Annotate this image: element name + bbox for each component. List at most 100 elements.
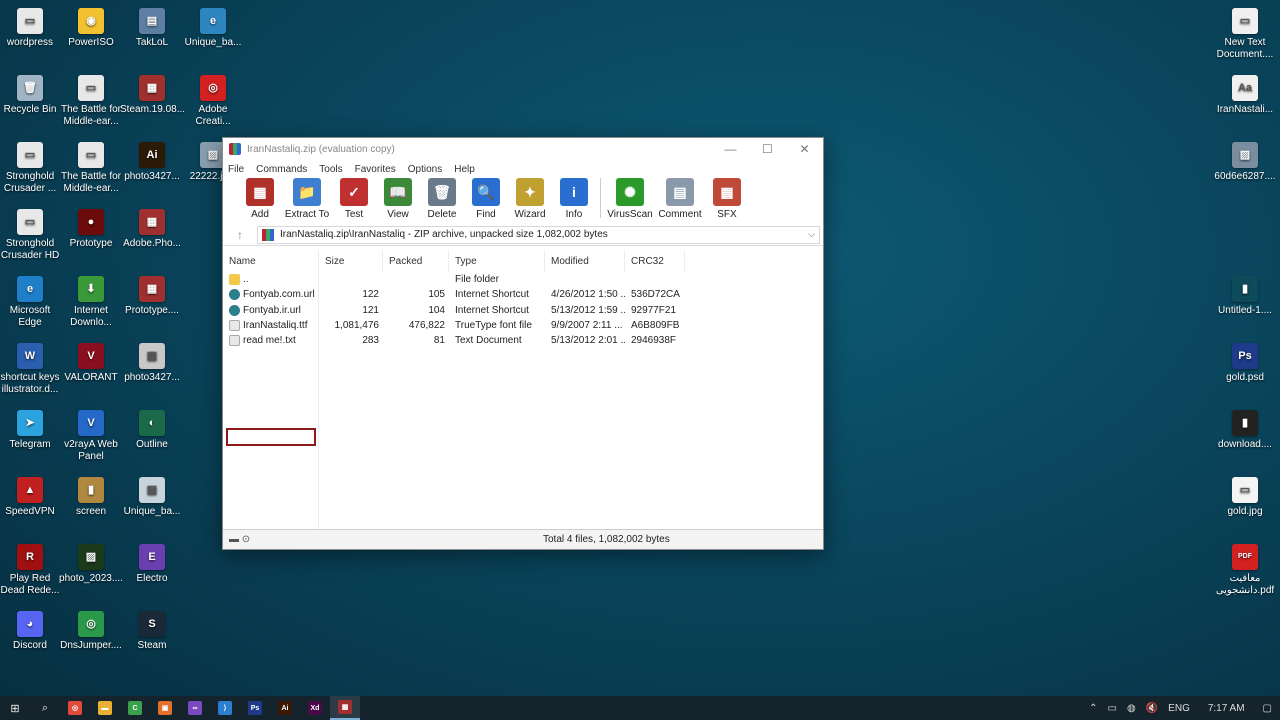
table-row[interactable]: IranNastaliq.ttf 1,081,476 476,822 TrueType…: [223, 318, 823, 333]
minimize-button[interactable]: —: [712, 138, 749, 160]
cell-name: IranNastaliq.ttf: [223, 320, 319, 332]
taskbar-camtasia[interactable]: C: [120, 696, 150, 720]
toolbar-delete-button[interactable]: 🗑 Delete: [420, 178, 464, 220]
search-icon[interactable]: ⌕: [30, 696, 60, 720]
col-modified[interactable]: Modified: [545, 250, 625, 272]
desktop-icon-telegram[interactable]: ➤ Telegram: [0, 410, 62, 451]
toolbar-sfx-button[interactable]: ▦ SFX: [705, 178, 749, 220]
taskbar-visual-studio[interactable]: ∞: [180, 696, 210, 720]
toolbar-info-button[interactable]: i Info: [552, 178, 596, 220]
table-row[interactable]: Fontyab.com.url 122 105 Internet Shortcut 4/…: [223, 287, 823, 302]
desktop-icon-steam-19-08[interactable]: ▦ Steam.19.08....: [120, 75, 184, 116]
desktop-icon-irannastali[interactable]: Aa IranNastali...: [1213, 75, 1277, 116]
desktop-icon-shortcut-keys-illustrator-d[interactable]: Wshortcut keys illustrator.d...: [0, 343, 62, 396]
desktop-icon-adobe-creati[interactable]: ◎ Adobe Creati...: [181, 75, 245, 128]
chevron-up-icon[interactable]: ⌃: [1089, 703, 1097, 714]
toolbar-extract-to-button[interactable]: 📁 Extract To: [282, 178, 332, 220]
desktop-icon-speedvpn[interactable]: ▲ SpeedVPN: [0, 477, 62, 518]
desktop-icon-valorant[interactable]: V VALORANT: [59, 343, 123, 384]
desktop-icon-label: Microsoft Edge: [9, 305, 51, 328]
desktop-icon-60d6e6287[interactable]: ▨ 60d6e6287....: [1213, 142, 1277, 183]
desktop-icon-discord[interactable]: ◕ Discord: [0, 611, 62, 652]
maximize-button[interactable]: ☐: [749, 138, 786, 160]
network-icon[interactable]: ◍: [1127, 703, 1136, 714]
desktop-icon-untitled-1[interactable]: ▮ Untitled-1....: [1213, 276, 1277, 317]
desktop-icon-photo3427[interactable]: ▨ photo3427...: [120, 343, 184, 384]
col-name[interactable]: Name: [223, 250, 319, 272]
desktop-icon-outline[interactable]: ◐ Outline: [120, 410, 184, 451]
toolbar-add-button[interactable]: ▦ Add: [238, 178, 282, 220]
menu-file[interactable]: File: [228, 164, 244, 175]
taskbar-vscode[interactable]: ⟩: [210, 696, 240, 720]
taskbar-chrome[interactable]: ◎: [60, 696, 90, 720]
desktop-icon-taklol[interactable]: ▤ TakLoL: [120, 8, 184, 49]
chevron-down-icon[interactable]: ⌵: [808, 229, 815, 240]
desktop-icon-label: Internet Downlo...: [70, 305, 112, 328]
meet-now-icon[interactable]: ▭: [1108, 703, 1117, 714]
desktop-icon-stronghold-crusader[interactable]: ▭ Stronghold Crusader ...: [0, 142, 62, 195]
desktop-icon-photo3427[interactable]: Ai photo3427...: [120, 142, 184, 183]
menu-favorites[interactable]: Favorites: [355, 164, 396, 175]
desktop-icon-microsoft-edge[interactable]: e Microsoft Edge: [0, 276, 62, 329]
desktop-icon-play-red-dead-rede[interactable]: R Play Red Dead Rede...: [0, 544, 62, 597]
desktop-icon-recycle-bin[interactable]: 🗑 Recycle Bin: [0, 75, 62, 116]
menu-commands[interactable]: Commands: [256, 164, 307, 175]
address-field[interactable]: IranNastaliq.zip\IranNastaliq - ZIP arch…: [257, 225, 820, 244]
taskbar-file-explorer[interactable]: ▬: [90, 696, 120, 720]
desktop-icon-adobe-pho[interactable]: ▦ Adobe.Pho...: [120, 209, 184, 250]
table-row[interactable]: .. File folder: [223, 272, 823, 287]
taskbar-winrar[interactable]: ▦: [330, 696, 360, 720]
col-crc[interactable]: CRC32: [625, 250, 685, 272]
menu-tools[interactable]: Tools: [319, 164, 342, 175]
taskbar-xd[interactable]: Xd: [300, 696, 330, 720]
volume-icon[interactable]: 🔇: [1146, 703, 1158, 714]
desktop-icon-dnsjumper[interactable]: ◎ DnsJumper....: [59, 611, 123, 652]
desktop-icon-internet-downlo[interactable]: ⬇ Internet Downlo...: [59, 276, 123, 329]
desktop-icon-gold-psd[interactable]: Ps gold.psd: [1213, 343, 1277, 384]
col-packed[interactable]: Packed: [383, 250, 449, 272]
toolbar-test-button[interactable]: ✓ Test: [332, 178, 376, 220]
desktop-icon-new-text-document[interactable]: ▭ New Text Document....: [1213, 8, 1277, 61]
desktop-icon-pdf[interactable]: PDF معافیت دانشجویی.pdf: [1213, 544, 1277, 597]
cell-size: 283: [362, 335, 379, 347]
start-button[interactable]: ⊞: [0, 696, 30, 720]
up-arrow-icon[interactable]: ↑: [223, 228, 257, 242]
the-battle-for-middle-ear-icon: ▭: [78, 75, 104, 101]
col-type[interactable]: Type: [449, 250, 545, 272]
toolbar-find-button[interactable]: 🔍 Find: [464, 178, 508, 220]
cell-size: 1,081,476: [334, 320, 380, 332]
clock[interactable]: 7:17 AM: [1208, 703, 1245, 714]
menu-options[interactable]: Options: [408, 164, 442, 175]
desktop-icon-prototype[interactable]: ▦ Prototype....: [120, 276, 184, 317]
desktop-icon-wordpress[interactable]: ▭ wordpress: [0, 8, 62, 49]
toolbar-virusscan-button[interactable]: ✺ VirusScan: [605, 178, 655, 220]
close-button[interactable]: ✕: [786, 138, 823, 160]
desktop-icon-gold-jpg[interactable]: ▭ gold.jpg: [1213, 477, 1277, 518]
desktop-icon-steam[interactable]: S Steam: [120, 611, 184, 652]
toolbar-view-button[interactable]: 📖 View: [376, 178, 420, 220]
taskbar-photoshop[interactable]: Ps: [240, 696, 270, 720]
desktop-icon-the-battle-for-middle-ear[interactable]: ▭ The Battle for Middle-ear...: [59, 142, 123, 195]
table-row[interactable]: read me!.txt 283 81 Text Document 5/13/2012 …: [223, 333, 823, 348]
desktop-icon-stronghold-crusader-hd[interactable]: ▭ Stronghold Crusader HD: [0, 209, 62, 262]
desktop-icon-electro[interactable]: E Electro: [120, 544, 184, 585]
notification-icon[interactable]: ▢: [1263, 703, 1272, 714]
desktop-icon-unique-ba[interactable]: e Unique_ba...: [181, 8, 245, 49]
desktop-icon-poweriso[interactable]: ◉ PowerISO: [59, 8, 123, 49]
col-size[interactable]: Size: [319, 250, 383, 272]
title-bar[interactable]: IranNastaliq.zip (evaluation copy) — ☐ ✕: [223, 138, 823, 160]
desktop-icon-unique-ba[interactable]: ▨ Unique_ba...: [120, 477, 184, 518]
desktop-icon-download[interactable]: ▮ download....: [1213, 410, 1277, 451]
desktop-icon-prototype[interactable]: ● Prototype: [59, 209, 123, 250]
menu-help[interactable]: Help: [454, 164, 475, 175]
toolbar-comment-button[interactable]: ▤ Comment: [655, 178, 705, 220]
toolbar-wizard-button[interactable]: ✦ Wizard: [508, 178, 552, 220]
taskbar-app-orange[interactable]: ▣: [150, 696, 180, 720]
table-row[interactable]: Fontyab.ir.url 121 104 Internet Shortcut 5/1…: [223, 303, 823, 318]
language-indicator[interactable]: ENG: [1168, 703, 1190, 714]
desktop-icon-photo-2023[interactable]: ▨ photo_2023....: [59, 544, 123, 585]
desktop-icon-the-battle-for-middle-ear[interactable]: ▭ The Battle for Middle-ear...: [59, 75, 123, 128]
desktop-icon-screen[interactable]: ▮ screen: [59, 477, 123, 518]
desktop-icon-v2raya-web-panel[interactable]: Vv2rayA Web Panel: [59, 410, 123, 463]
taskbar-illustrator[interactable]: Ai: [270, 696, 300, 720]
